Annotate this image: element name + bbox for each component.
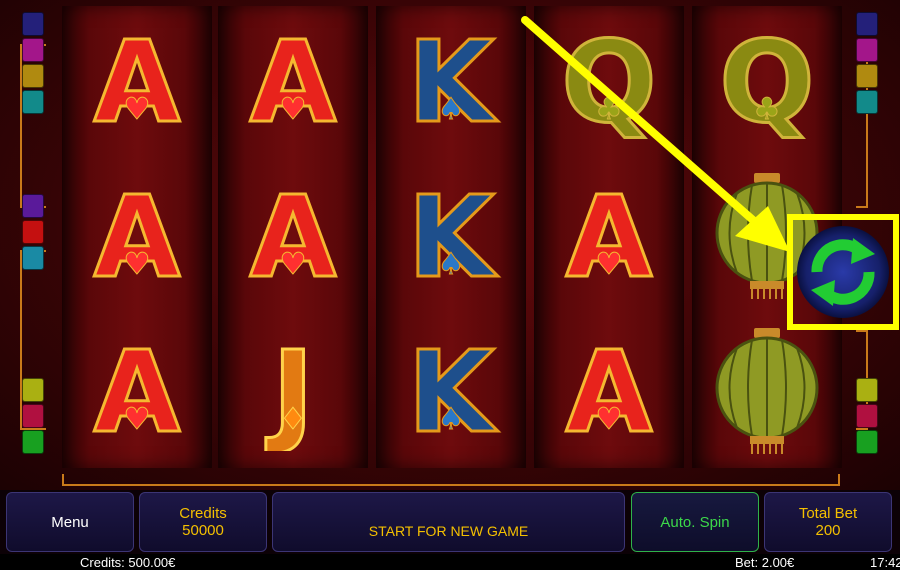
- spin-button-highlight[interactable]: [787, 214, 899, 330]
- refresh-icon[interactable]: [795, 224, 891, 320]
- annotation-arrow: [521, 16, 790, 252]
